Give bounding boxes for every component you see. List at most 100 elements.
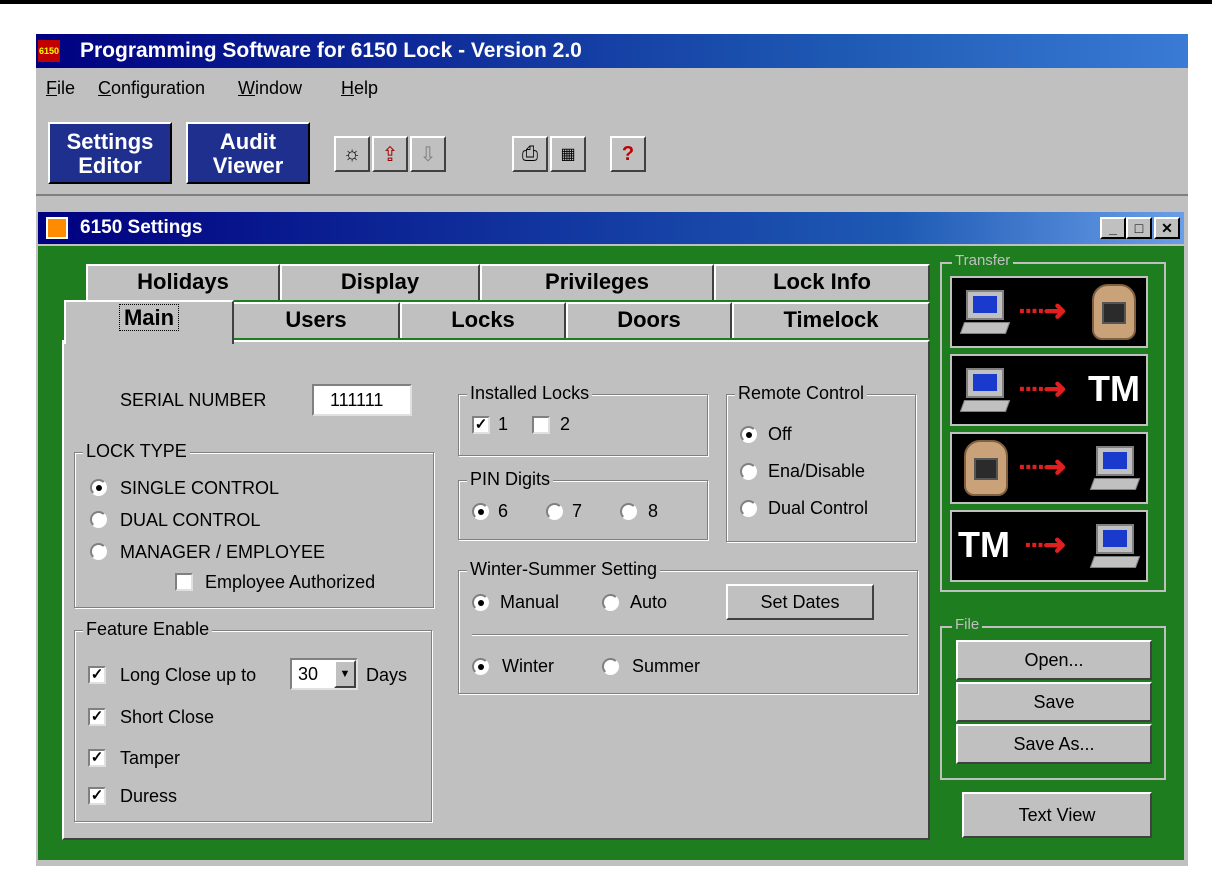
help-icon: ? — [621, 142, 635, 165]
feature-enable-label: Feature Enable — [83, 619, 213, 640]
tab-main[interactable]: Main — [64, 300, 234, 344]
manual-label: Manual — [500, 592, 560, 612]
tm-label: TM — [958, 524, 1010, 565]
short-close-label: Short Close — [120, 707, 215, 727]
minimize-button[interactable]: _ — [1100, 217, 1126, 239]
tab-users[interactable]: Users — [232, 302, 400, 338]
tab-doors[interactable]: Doors — [566, 302, 732, 338]
upload-icon: ⇪ — [381, 143, 399, 166]
new-document-button[interactable]: ☼ — [334, 136, 370, 172]
tamper-checkbox[interactable]: ✓ — [88, 749, 106, 767]
audit-viewer-button[interactable]: Audit Viewer — [186, 122, 310, 184]
computer-icon — [959, 368, 1011, 414]
pin-6-label: 6 — [498, 501, 509, 521]
long-close-days-select[interactable]: 30 ▼ — [290, 658, 358, 690]
printer-icon: ⎙ — [522, 142, 538, 165]
serial-number-input[interactable]: 111111 — [312, 384, 412, 416]
lock-icon — [1092, 284, 1136, 340]
arrow-right-icon: ···➜ — [1024, 529, 1066, 560]
auto-radio[interactable] — [602, 594, 619, 611]
manager-employee-radio[interactable] — [90, 543, 107, 560]
tm-to-pc-button[interactable]: TM ···➜ — [950, 510, 1148, 582]
upload-button[interactable]: ⇪ — [372, 136, 408, 172]
top-rule — [0, 0, 1212, 4]
lock-1-checkbox[interactable]: ✓ — [472, 416, 490, 434]
duress-label: Duress — [120, 786, 178, 806]
audit-viewer-line1: Audit — [219, 129, 277, 154]
print-preview-button[interactable]: ▦ — [550, 136, 586, 172]
serial-number-label: SERIAL NUMBER — [120, 390, 267, 410]
file-group: File Open... Save Save As... — [940, 616, 1166, 780]
pin-digits-label: PIN Digits — [467, 469, 554, 490]
tab-display[interactable]: Display — [280, 264, 480, 300]
employee-authorized-checkbox[interactable] — [175, 573, 193, 591]
app-title-bar: 6150 Programming Software for 6150 Lock … — [36, 34, 1188, 68]
save-button[interactable]: Save — [956, 682, 1152, 722]
summer-radio[interactable] — [602, 658, 619, 675]
remote-dual-control-radio[interactable] — [740, 500, 757, 517]
pin-8-label: 8 — [648, 501, 659, 521]
lock-type-label: LOCK TYPE — [83, 441, 190, 462]
settings-window-icon — [46, 217, 68, 239]
toolbar: Settings Editor Audit Viewer ☼ ⇪ ⇩ ⎙ ▦ ? — [36, 108, 1188, 196]
remote-ena-disable-label: Ena/Disable — [768, 461, 866, 481]
help-button[interactable]: ? — [610, 136, 646, 172]
lock-icon — [964, 440, 1008, 496]
menu-configuration[interactable]: Configuration — [98, 78, 205, 99]
single-control-radio[interactable] — [90, 479, 107, 496]
duress-checkbox[interactable]: ✓ — [88, 787, 106, 805]
tab-locks[interactable]: Locks — [400, 302, 566, 338]
text-view-button[interactable]: Text View — [962, 792, 1152, 838]
computer-icon — [1089, 524, 1141, 570]
arrow-right-icon: ····➜ — [1018, 451, 1067, 482]
long-close-label: Long Close up to — [120, 665, 257, 685]
menu-file[interactable]: File — [46, 78, 75, 99]
new-document-icon: ☼ — [342, 142, 362, 165]
manual-radio[interactable] — [472, 594, 489, 611]
settings-editor-line2: Editor — [78, 153, 142, 178]
tab-holidays[interactable]: Holidays — [86, 264, 280, 300]
arrow-right-icon: ····➜ — [1018, 295, 1067, 326]
close-button[interactable]: ✕ — [1154, 217, 1180, 239]
remote-off-radio[interactable] — [740, 426, 757, 443]
tamper-label: Tamper — [120, 748, 181, 768]
tab-privileges[interactable]: Privileges — [480, 264, 714, 300]
child-title-bar: 6150 Settings _ □ ✕ — [38, 212, 1184, 244]
print-button[interactable]: ⎙ — [512, 136, 548, 172]
long-close-checkbox[interactable]: ✓ — [88, 666, 106, 684]
pin-7-radio[interactable] — [546, 503, 563, 520]
menu-bar: File Configuration Window Help — [36, 68, 1188, 108]
settings-editor-button[interactable]: Settings Editor — [48, 122, 172, 184]
open-button[interactable]: Open... — [956, 640, 1152, 680]
pin-7-label: 7 — [572, 501, 583, 521]
dual-control-label: DUAL CONTROL — [120, 510, 261, 530]
tab-timelock[interactable]: Timelock — [732, 302, 930, 338]
maximize-button[interactable]: □ — [1126, 217, 1152, 239]
installed-locks-group: Installed Locks — [458, 383, 708, 456]
lock-2-checkbox[interactable] — [532, 416, 550, 434]
pin-8-radio[interactable] — [620, 503, 637, 520]
save-as-button[interactable]: Save As... — [956, 724, 1152, 764]
lock-1-label: 1 — [498, 414, 509, 434]
pin-digits-group: PIN Digits — [458, 469, 708, 540]
computer-icon — [1089, 446, 1141, 492]
dual-control-radio[interactable] — [90, 511, 107, 528]
remote-ena-disable-radio[interactable] — [740, 463, 757, 480]
dropdown-button[interactable]: ▼ — [334, 660, 356, 688]
installed-locks-label: Installed Locks — [467, 383, 593, 404]
download-button[interactable]: ⇩ — [410, 136, 446, 172]
menu-help[interactable]: Help — [341, 78, 378, 99]
pc-to-tm-button[interactable]: ····➜ TM — [950, 354, 1148, 426]
lock-to-pc-button[interactable]: ····➜ — [950, 432, 1148, 504]
tab-lock-info[interactable]: Lock Info — [714, 264, 930, 300]
child-title: 6150 Settings — [80, 217, 203, 238]
pin-6-radio[interactable] — [472, 503, 489, 520]
set-dates-button[interactable]: Set Dates — [726, 584, 874, 620]
remote-dual-control-label: Dual Control — [768, 498, 869, 518]
winter-radio[interactable] — [472, 658, 489, 675]
short-close-checkbox[interactable]: ✓ — [88, 708, 106, 726]
menu-window[interactable]: Window — [238, 78, 302, 99]
computer-icon — [959, 290, 1011, 336]
settings-editor-line1: Settings — [66, 129, 154, 154]
pc-to-lock-button[interactable]: ····➜ — [950, 276, 1148, 348]
